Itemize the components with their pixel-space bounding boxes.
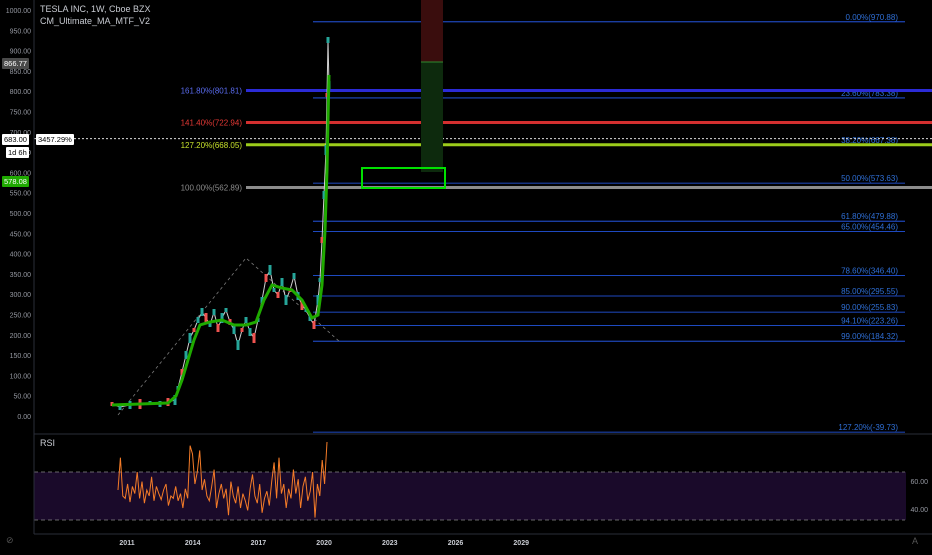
time-tick-label: 2014 — [185, 540, 201, 547]
axes: 1000.00950.00900.00850.00800.00750.00700… — [6, 0, 932, 547]
rsi-band — [34, 472, 906, 520]
time-tick-label: 2017 — [251, 540, 267, 547]
fib-level-label: 0.00%(970.88) — [846, 13, 899, 22]
candle — [280, 278, 284, 286]
candle — [248, 328, 252, 336]
fib-level-label: 90.00%(255.83) — [841, 303, 898, 312]
rsi-pane: 60.00 40.00 — [34, 441, 928, 521]
crosshair-percent-tag: 3457.29% — [36, 134, 74, 145]
candle — [236, 340, 240, 350]
price-tick-label: 150.00 — [10, 353, 32, 360]
crosshair-price-tag: 683.00 — [2, 134, 29, 145]
time-tick-label: 2020 — [316, 540, 332, 547]
candle — [200, 308, 204, 316]
price-tick-label: 900.00 — [10, 49, 32, 56]
price-tick-label: 1000.00 — [6, 8, 31, 15]
chart-area[interactable]: 60.00 40.00 0.00%(970.88) 23.60%(783.38) 38… — [0, 0, 932, 550]
candle — [192, 328, 196, 332]
candle — [264, 274, 268, 282]
price-tick-label: 250.00 — [10, 313, 32, 320]
trend-line — [117, 257, 341, 416]
price-tick-label: 550.00 — [10, 191, 32, 198]
candle — [196, 317, 200, 323]
price-tick-label: 350.00 — [10, 272, 32, 279]
price-tick-label: 850.00 — [10, 69, 32, 76]
time-tick-label: 2011 — [119, 540, 134, 547]
candle — [252, 333, 256, 343]
price-tick-label: 500.00 — [10, 211, 32, 218]
price-tick-label: 800.00 — [10, 89, 32, 96]
fib-extension-label: 100.00%(562.89) — [181, 183, 243, 192]
fib-level-label: 50.00%(573.63) — [841, 174, 898, 183]
fib-level-label: 94.10%(223.26) — [841, 316, 898, 325]
fib-level-label: 78.60%(346.40) — [841, 266, 898, 275]
stop-loss-zone — [421, 0, 443, 62]
price-chart-canvas[interactable]: 60.00 40.00 0.00%(970.88)23.60%(783.38)38… — [0, 0, 932, 550]
ma-price-tag: 578.08 — [2, 176, 29, 187]
price-tick-label: 0.00 — [17, 414, 31, 421]
candle — [272, 288, 276, 292]
candle — [184, 351, 188, 359]
candle — [188, 333, 192, 343]
fib-extension-label: 161.80%(801.81) — [181, 86, 243, 95]
price-tick-label: 400.00 — [10, 252, 32, 259]
candle — [244, 317, 248, 323]
candle — [276, 292, 280, 298]
auto-scale-icon[interactable]: A — [912, 536, 918, 546]
time-tick-label: 2023 — [382, 540, 398, 547]
take-profit-zone — [421, 62, 443, 172]
indicator-name[interactable]: CM_Ultimate_MA_MTF_V2 — [40, 16, 150, 26]
candle — [216, 324, 220, 332]
fib-level-label: 65.00%(454.46) — [841, 222, 898, 231]
candle — [212, 309, 216, 315]
candle — [292, 273, 296, 279]
fib-level-label: 85.00%(295.55) — [841, 287, 898, 296]
candle — [232, 326, 236, 334]
symbol-title[interactable]: TESLA INC, 1W, Cboe BZX — [40, 4, 151, 14]
candle — [268, 265, 272, 275]
time-tick-label: 2029 — [513, 540, 529, 547]
price-tick-label: 750.00 — [10, 110, 32, 117]
crosshair-time-tag: 1d 6h — [6, 147, 29, 158]
time-tick-label: 2026 — [448, 540, 464, 547]
candle — [240, 328, 244, 332]
price-tick-label: 300.00 — [10, 292, 32, 299]
candle — [284, 295, 288, 305]
candle — [224, 308, 228, 312]
candle — [326, 37, 330, 43]
candle — [312, 321, 316, 329]
price-tick-label: 950.00 — [10, 28, 32, 35]
price-tick-label: 100.00 — [10, 373, 32, 380]
price-tick-label: 50.00 — [13, 394, 31, 401]
rsi-tick-label: 40.00 — [910, 507, 928, 514]
rsi-label[interactable]: RSI — [40, 438, 55, 448]
fibonacci-retracement[interactable]: 0.00%(970.88)23.60%(783.38)38.20%(667.38… — [34, 0, 932, 433]
tradingview-logo-icon: ⊘ — [6, 535, 14, 545]
last-price-tag: 866.77 — [2, 58, 29, 69]
rsi-tick-label: 60.00 — [910, 479, 928, 486]
fib-level-label: 61.80%(479.88) — [841, 212, 898, 221]
fib-level-label: 127.20%(-39.73) — [838, 423, 898, 432]
fib-extension-label: 141.40%(722.94) — [181, 118, 243, 127]
fib-level-label: 99.00%(184.32) — [841, 332, 898, 341]
price-tick-label: 200.00 — [10, 333, 32, 340]
fib-extension-label: 127.20%(668.05) — [181, 141, 243, 150]
price-tick-label: 450.00 — [10, 231, 32, 238]
